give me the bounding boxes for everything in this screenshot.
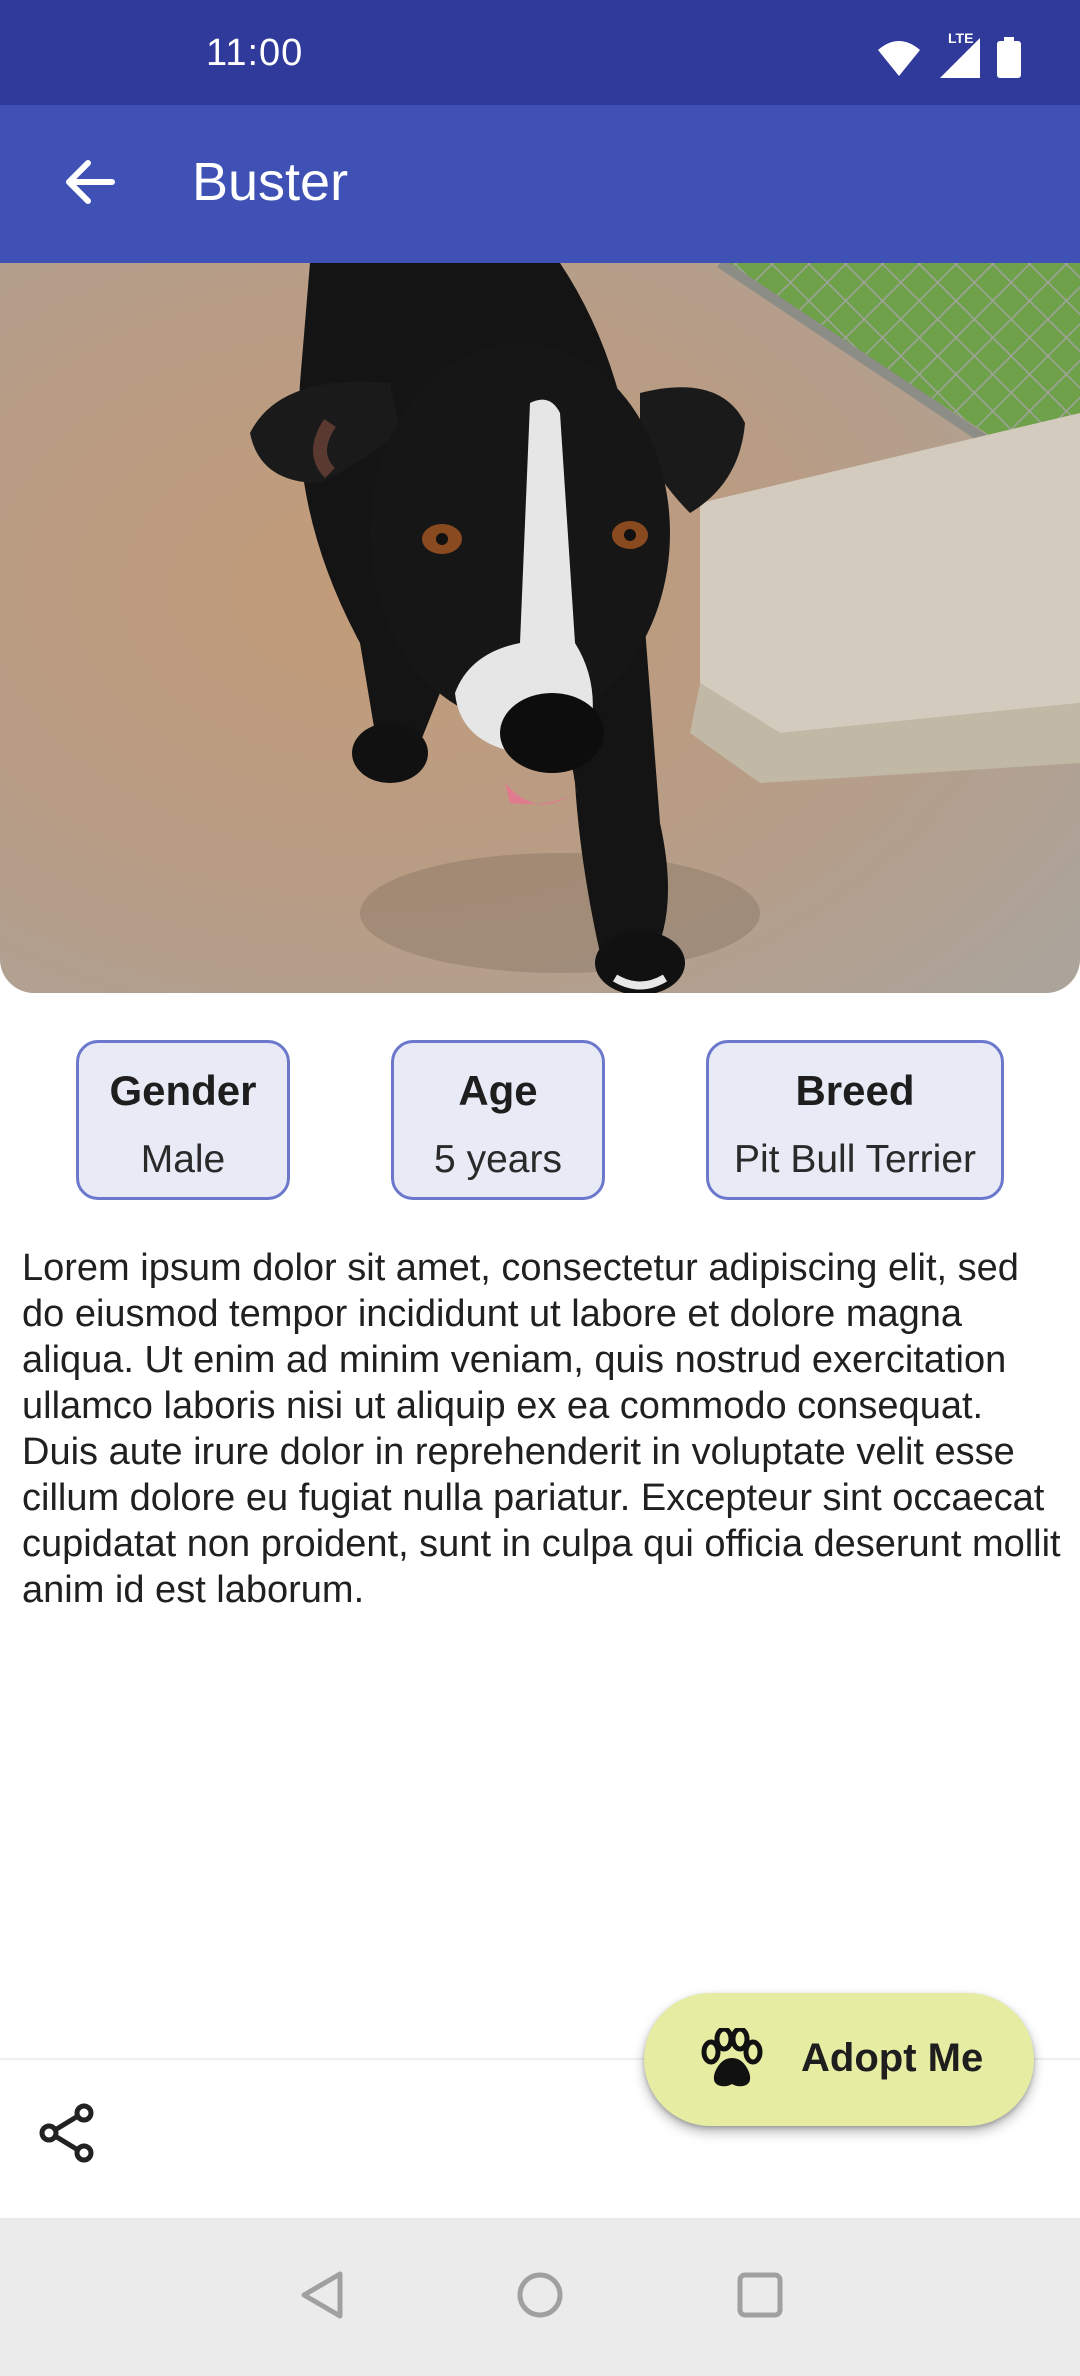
- wifi-icon: [876, 38, 922, 83]
- gender-chip: Gender Male: [76, 1040, 290, 1200]
- share-button[interactable]: [34, 2102, 100, 2168]
- recents-nav-icon: [736, 2271, 784, 2324]
- back-nav-icon: [298, 2270, 346, 2325]
- adopt-me-label: Adopt Me: [801, 2036, 984, 2080]
- pet-photo: [0, 263, 1080, 993]
- status-icons: LTE: [876, 30, 1022, 85]
- back-nav-button[interactable]: [290, 2265, 354, 2329]
- breed-title: Breed: [795, 1067, 915, 1114]
- home-nav-button[interactable]: [508, 2265, 572, 2329]
- status-time: 11:00: [206, 32, 304, 74]
- battery-icon: [996, 36, 1022, 84]
- gender-value: Male: [140, 1138, 226, 1181]
- app-bar: Buster: [0, 105, 1080, 263]
- system-nav-bar: [0, 2218, 1080, 2376]
- cellular-icon: LTE: [936, 30, 982, 85]
- gender-title: Gender: [109, 1067, 257, 1114]
- age-chip: Age 5 years: [391, 1040, 605, 1200]
- home-nav-icon: [516, 2271, 564, 2324]
- age-value: 5 years: [434, 1138, 562, 1181]
- breed-chip: Breed Pit Bull Terrier: [706, 1040, 1004, 1200]
- arrow-back-icon: [64, 158, 116, 211]
- page-title: Buster: [192, 152, 349, 212]
- network-type-label: LTE: [948, 29, 974, 46]
- paw-icon: [699, 2026, 765, 2092]
- status-bar: 11:00 LTE: [0, 0, 1080, 105]
- share-icon: [38, 2103, 96, 2168]
- breed-value: Pit Bull Terrier: [733, 1138, 977, 1181]
- age-title: Age: [458, 1067, 538, 1114]
- adopt-me-button[interactable]: Adopt Me: [644, 1993, 1034, 2126]
- pet-description: Lorem ipsum dolor sit amet, consectetur …: [22, 1247, 1061, 1611]
- back-button[interactable]: [56, 150, 124, 218]
- recents-nav-button[interactable]: [728, 2265, 792, 2329]
